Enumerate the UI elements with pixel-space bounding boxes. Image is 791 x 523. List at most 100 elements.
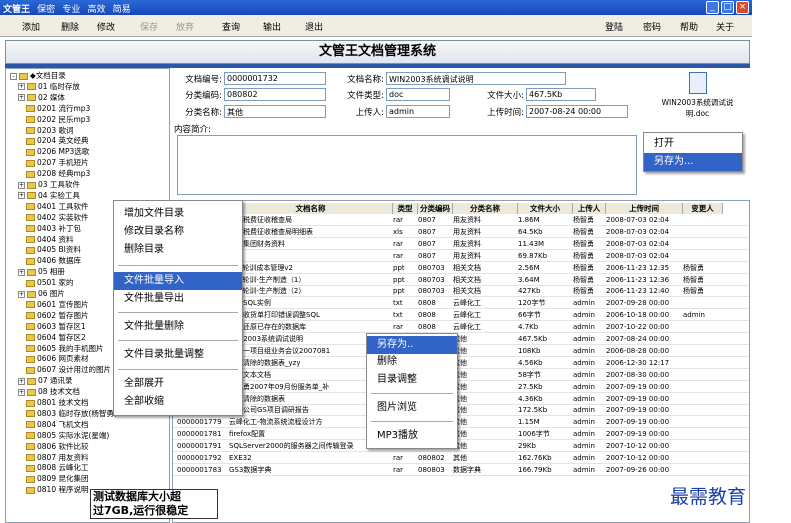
table-row[interactable]: 杨智勇2007年09月份服务单_补080802其他27.5Kbadmin2007…: [173, 382, 749, 393]
catname-field[interactable]: 其他: [224, 105, 326, 118]
tree-item[interactable]: 0601 宣传图片: [26, 300, 88, 310]
column-header[interactable]: 类型: [393, 203, 418, 214]
minimize-icon[interactable]: _: [706, 1, 719, 14]
menu-batch-adjust[interactable]: 文件目录批量调整: [114, 346, 242, 364]
tree-item[interactable]: +05 相册: [18, 267, 65, 277]
add-button[interactable]: 添加: [22, 20, 40, 33]
menu-delete-folder[interactable]: 删除目录: [114, 241, 242, 259]
tree-item[interactable]: 0810 程序说明: [26, 485, 88, 495]
table-row[interactable]: 删除还原已存在的数据库 rar 0808 云峰化工 4.7Kb admin 2007-10-…: [173, 322, 749, 334]
help-button[interactable]: 帮助: [680, 20, 698, 33]
table-row[interactable]: 0000001777需要清除的数据表080802其他4.36Kbadmin200…: [173, 394, 749, 405]
menu-grid-save-as[interactable]: 另存为..: [367, 336, 457, 354]
table-row[interactable]: 调整SQL实例 txt 0808 云峰化工 120字节 admin 2007-09-28 0…: [173, 298, 749, 310]
table-row[interactable]: 0000001779云峰化工-物流系统流程设计方080802其他1.15Madm…: [173, 417, 749, 429]
tree-item[interactable]: 0809 昆化集团: [26, 474, 88, 484]
column-header[interactable]: 上传人: [573, 203, 606, 214]
menu-add-folder[interactable]: 增加文件目录: [114, 205, 242, 223]
tree-item[interactable]: 0202 民乐mp3: [26, 115, 90, 125]
menu-grid-delete[interactable]: 删除: [367, 353, 457, 371]
menu-zhuanye[interactable]: 专业: [62, 2, 80, 15]
filesize-field[interactable]: 467.5Kb: [526, 88, 596, 101]
expand-toggle-icon[interactable]: +: [18, 181, 25, 189]
table-row[interactable]: 创建文本文档080802其他58字节admin2007-08-30 00:00: [173, 370, 749, 381]
column-header[interactable]: 文档名称: [229, 203, 393, 214]
menu-batch-import[interactable]: 文件批量导入: [114, 272, 242, 290]
table-row[interactable]: 860轮训成本管理v2 ppt 080703 相关文档 2.56M 杨智勇 2006-11-…: [173, 263, 749, 274]
table-row[interactable]: 860轮训-生产制造（1） ppt 080703 相关文档 3.64M 杨智勇 2006-1…: [173, 275, 749, 286]
exit-button[interactable]: 退出: [305, 20, 323, 33]
table-row[interactable]: WIN2003系统调试说明doc080802其他467.5Kbadmin2007…: [173, 334, 749, 345]
table-row[interactable]: 0000001791SQLServer2000的服务器之间传输登录doc0808…: [173, 441, 749, 453]
tree-item[interactable]: +01 临时存放: [18, 82, 80, 92]
close-icon[interactable]: ×: [736, 1, 749, 14]
password-button[interactable]: 密码: [643, 20, 661, 33]
tree-item[interactable]: 0607 设计用过的图片: [26, 365, 111, 375]
table-row[interactable]: 0000001792 EXE32 rar 080802 其他 162.76Kb admin 2…: [173, 453, 749, 464]
table-row[interactable]: 860轮训-生产制造（2） ppt 080703 相关文档 427Kb 杨智勇 2006-1…: [173, 286, 749, 298]
column-header[interactable]: 分类名称: [453, 203, 518, 214]
tree-item[interactable]: 0804 飞机文档: [26, 420, 88, 430]
about-button[interactable]: 关于: [716, 20, 734, 33]
login-button[interactable]: 登陆: [605, 20, 623, 33]
column-header[interactable]: 变更人: [683, 203, 723, 214]
tree-item[interactable]: 0605 我的手机图片: [26, 344, 103, 354]
tree-item[interactable]: +06 图片: [18, 289, 65, 299]
query-button[interactable]: 查询: [222, 20, 240, 33]
tree-item[interactable]: 0603 暂存区1: [26, 322, 86, 332]
tree-item[interactable]: 0207 手机短片: [26, 158, 88, 168]
tree-item[interactable]: +03 工具软件: [18, 180, 80, 190]
tree-item[interactable]: 0606 网页素材: [26, 354, 88, 364]
expand-toggle-icon[interactable]: +: [18, 83, 25, 91]
table-row[interactable]: 0000001778云峰公司GS项目调研报告080802其他172.5Kbadm…: [173, 405, 749, 417]
menu-batch-delete[interactable]: 文件批量删除: [114, 318, 242, 336]
uploader-field[interactable]: admin: [386, 105, 450, 118]
table-row[interactable]: 云峰一项目组业务会议2007081doc080802其他108Kbadmin20…: [173, 346, 749, 357]
cancel-button[interactable]: 放弃: [176, 20, 194, 33]
table-row[interactable]: 用友集团财务资料 rar 0807 用友资料 11.43M 杨智勇 2008-07-03 0…: [173, 239, 749, 250]
export-button[interactable]: 输出: [263, 20, 281, 33]
tree-item[interactable]: 0405 BI资料: [26, 245, 81, 255]
tree-item[interactable]: 0808 云峰化工: [26, 463, 88, 473]
expand-toggle-icon[interactable]: +: [18, 377, 25, 385]
menu-rename-folder[interactable]: 修改目录名称: [114, 223, 242, 241]
tree-item[interactable]: 0604 暂存区2: [26, 333, 86, 343]
tree-item[interactable]: 0206 MP3选歌: [26, 147, 89, 157]
tree-item[interactable]: 0406 数据库: [26, 256, 81, 266]
menu-grid-move[interactable]: 目录调整: [367, 371, 457, 389]
maximize-icon[interactable]: □: [721, 1, 734, 14]
tree-item[interactable]: 0807 用友资料: [26, 453, 88, 463]
column-header[interactable]: 上传时间: [606, 203, 683, 214]
tree-item[interactable]: 0501 家的: [26, 278, 73, 288]
menu-collapse-all[interactable]: 全部收缩: [114, 393, 242, 411]
docno-field[interactable]: 0000001732: [224, 72, 326, 85]
catcode-field[interactable]: 080802: [224, 88, 326, 101]
tree-item[interactable]: 0403 补丁包: [26, 224, 81, 234]
tree-item[interactable]: 0806 软件比较: [26, 442, 88, 452]
menu-jianyi[interactable]: 简易: [113, 2, 131, 15]
menu-image-browse[interactable]: 图片浏览: [367, 399, 457, 417]
filetype-field[interactable]: doc: [386, 88, 450, 101]
table-row[interactable]: 0000001781firefox配置txt080802其他1006字节admi…: [173, 429, 749, 441]
tree-item[interactable]: 0803 临时存放(杨智勇): [26, 409, 117, 419]
table-row[interactable]: 需要清除的数据表_yzy080802其他4.56Kbadmin2006-12-3…: [173, 358, 749, 369]
intro-textarea[interactable]: [177, 135, 637, 195]
table-row[interactable]: 0000001783 GS3数据字典 rar 080803 数据字典 166.79Kb ad…: [173, 465, 749, 476]
menu-open[interactable]: 打开: [644, 135, 742, 153]
tree-item[interactable]: +04 实验工具: [18, 191, 80, 201]
tree-item[interactable]: 0401 工具软件: [26, 202, 88, 212]
expand-toggle-icon[interactable]: +: [18, 290, 25, 298]
uptime-field[interactable]: 2007-08-24 00:00: [526, 105, 628, 118]
expand-toggle-icon[interactable]: +: [18, 192, 25, 200]
tree-item[interactable]: 0203 歌词: [26, 126, 73, 136]
tree-item[interactable]: 0208 经典mp3: [26, 169, 90, 179]
tree-item[interactable]: +08 技术文档: [18, 387, 80, 397]
menu-expand-all[interactable]: 全部展开: [114, 375, 242, 393]
file-preview[interactable]: WIN2003系统调试说明.doc: [650, 72, 745, 127]
table-row[interactable]: 交通税费征收稽查局明细表 xls 0807 用友资料 64.5Kb 杨智勇 2008-07-…: [173, 227, 749, 238]
tree-item[interactable]: +02 媒体: [18, 93, 65, 103]
expand-toggle-icon[interactable]: +: [18, 388, 25, 396]
tree-item[interactable]: - ◆文档目录: [10, 71, 66, 81]
docname-field[interactable]: WIN2003系统调试说明: [386, 72, 566, 85]
menu-baomi[interactable]: 保密: [37, 2, 55, 15]
